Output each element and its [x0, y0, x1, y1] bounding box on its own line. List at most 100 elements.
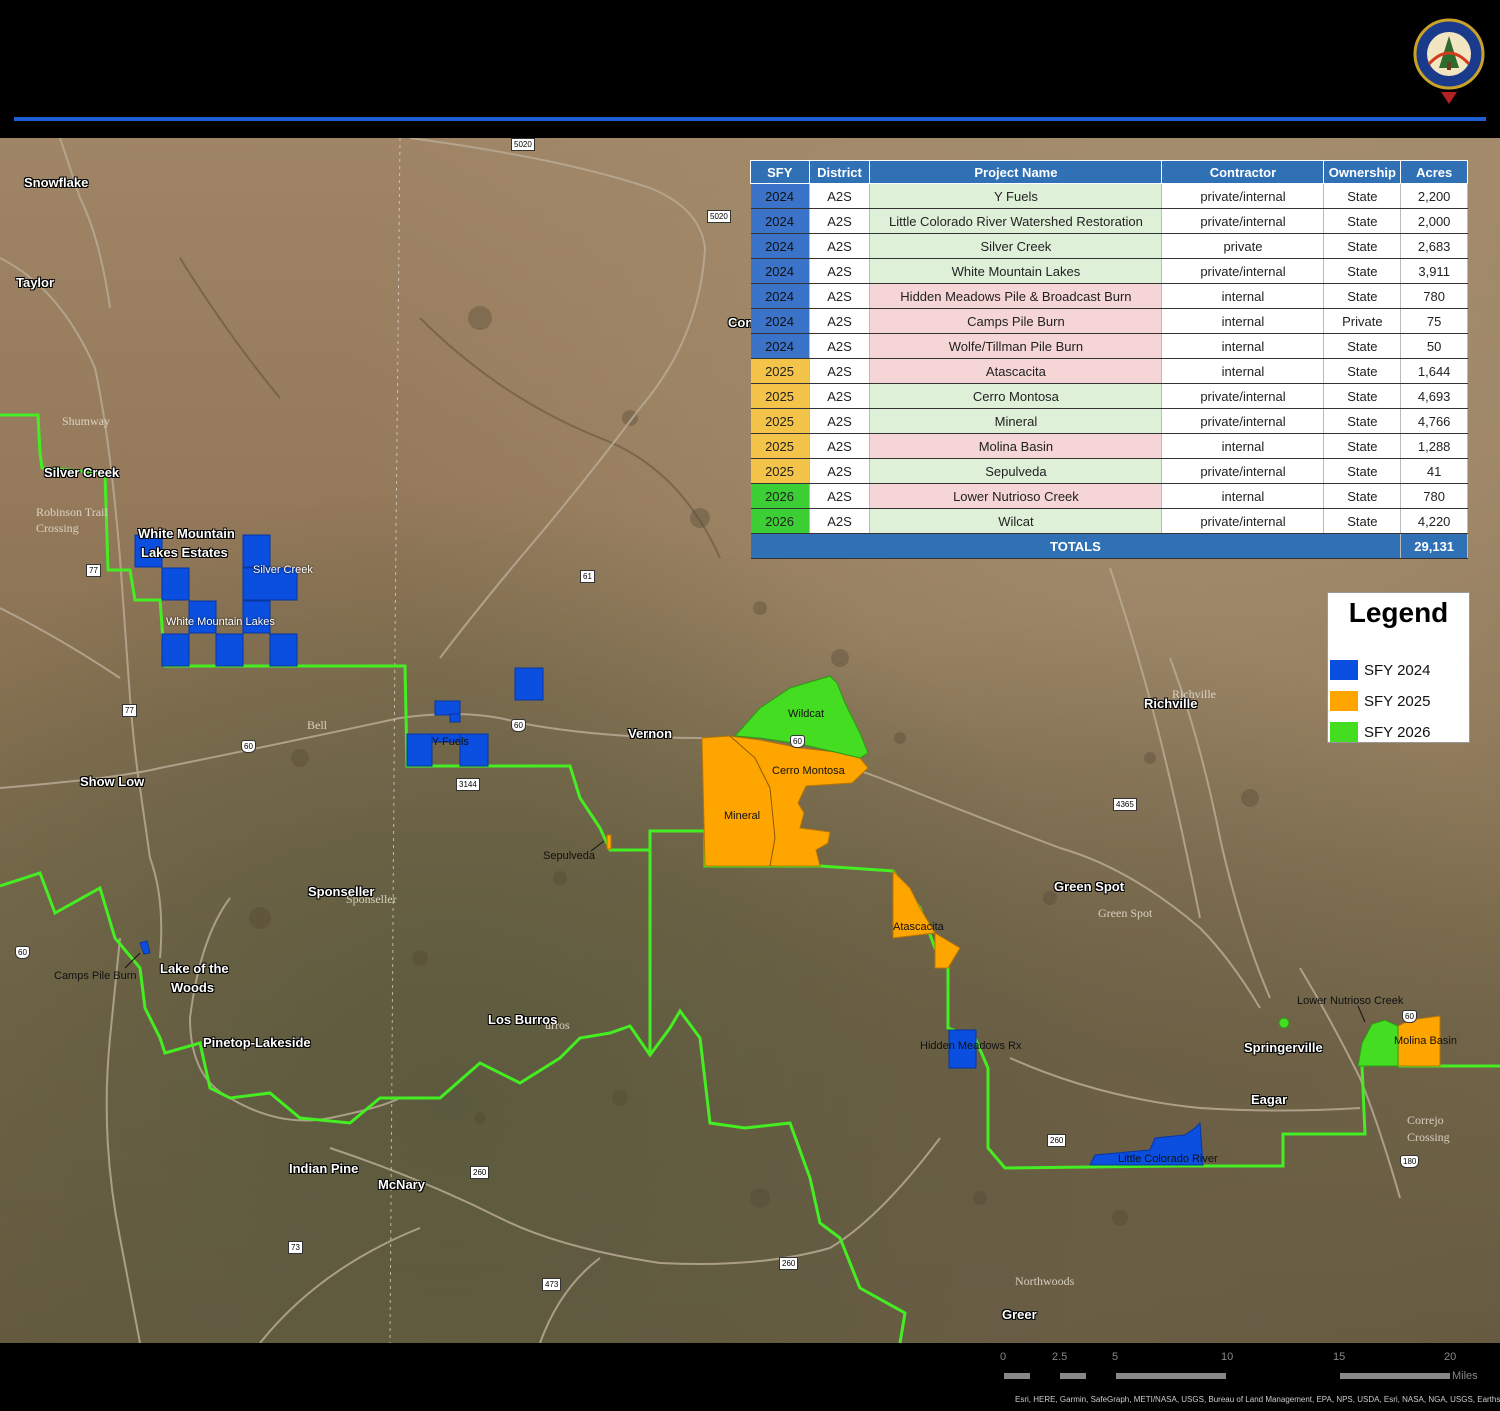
cell-sfy: 2026	[750, 508, 810, 534]
place-northwoods: Northwoods	[1015, 1274, 1075, 1288]
scale-tick: 20	[1444, 1351, 1457, 1363]
table-row: 2024 A2S Little Colorado River Watershed R…	[750, 208, 1468, 234]
cell-project-name: Cerro Montosa	[869, 383, 1163, 409]
route-shield-260: 260	[470, 1166, 490, 1179]
place-burros-faint: urros	[545, 1018, 570, 1032]
place-silver-creek: Silver Creek	[44, 465, 120, 480]
cell-project-name: Sepulveda	[869, 458, 1163, 484]
cell-acres: 4,220	[1400, 508, 1468, 534]
scale-bar-segment	[1116, 1373, 1226, 1379]
cell-project-name: Lower Nutrioso Creek	[869, 483, 1163, 509]
table-row: 2025 A2S Atascacita internal State 1,644	[750, 358, 1468, 384]
cell-project-name: Camps Pile Burn	[869, 308, 1163, 334]
table-header-row: SFY District Project Name Contractor Own…	[750, 160, 1468, 184]
map-label-molina-basin: Molina Basin	[1394, 1035, 1457, 1047]
cell-district: A2S	[809, 333, 871, 359]
route-shield-260: 260	[779, 1257, 799, 1270]
cell-district: A2S	[809, 433, 871, 459]
cell-ownership: State	[1323, 358, 1402, 384]
cell-ownership: State	[1323, 383, 1402, 409]
cell-district: A2S	[809, 208, 871, 234]
map-label-silver-creek: Silver Creek	[253, 564, 313, 576]
cell-contractor: internal	[1161, 308, 1325, 334]
table-row: 2024 A2S Silver Creek private State 2,683	[750, 233, 1468, 259]
legend-label: SFY 2024	[1364, 662, 1431, 679]
cell-district: A2S	[809, 383, 871, 409]
col-header-sfy: SFY	[750, 160, 810, 184]
cell-sfy: 2025	[750, 408, 810, 434]
legend-swatch	[1330, 691, 1358, 711]
cell-acres: 1,288	[1400, 433, 1468, 459]
cell-ownership: State	[1323, 458, 1402, 484]
sfy2025-parcels	[606, 735, 1441, 1067]
col-header-district: District	[808, 160, 871, 184]
cell-acres: 75	[1400, 308, 1468, 334]
legend-title: Legend	[1348, 597, 1449, 628]
cell-district: A2S	[809, 233, 871, 259]
scale-bar-segment	[1004, 1373, 1030, 1379]
scale-bar-segment	[1060, 1373, 1086, 1379]
route-shield-60: 60	[511, 719, 526, 732]
cell-acres: 50	[1400, 333, 1468, 359]
cell-project-name: Molina Basin	[869, 433, 1163, 459]
cell-acres: 41	[1400, 458, 1468, 484]
table-row: 2024 A2S White Mountain Lakes private/inter…	[750, 258, 1468, 284]
legend-swatch	[1330, 722, 1358, 742]
cell-district: A2S	[809, 183, 871, 209]
header-divider	[14, 117, 1486, 121]
cell-ownership: State	[1323, 333, 1402, 359]
cell-acres: 1,644	[1400, 358, 1468, 384]
totals-value: 29,131	[1400, 533, 1468, 559]
place-springerville: Springerville	[1244, 1040, 1323, 1055]
cell-sfy: 2024	[750, 208, 810, 234]
cell-acres: 2,683	[1400, 233, 1468, 259]
col-header-project-name: Project Name	[869, 160, 1163, 184]
cell-sfy: 2024	[750, 258, 810, 284]
table-row: 2025 A2S Molina Basin internal State 1,288	[750, 433, 1468, 459]
cell-ownership: Private	[1323, 308, 1402, 334]
place-bell: Bell	[307, 718, 327, 732]
cell-project-name: Silver Creek	[869, 233, 1163, 259]
table-row: 2024 A2S Y Fuels private/internal State 2,200	[750, 183, 1468, 209]
cell-district: A2S	[809, 308, 871, 334]
table-row: 2026 A2S Wilcat private/internal State 4,220	[750, 508, 1468, 534]
cell-sfy: 2026	[750, 483, 810, 509]
cell-contractor: private/internal	[1161, 458, 1325, 484]
cell-acres: 4,693	[1400, 383, 1468, 409]
route-shield-77: 77	[122, 704, 137, 717]
map-label-white-mountain-lakes: White Mountain Lakes	[166, 616, 275, 628]
cell-acres: 3,911	[1400, 258, 1468, 284]
place-indian-pine: Indian Pine	[289, 1161, 359, 1176]
route-shield-4365: 4365	[1113, 798, 1137, 811]
table-row: 2025 A2S Cerro Montosa private/internal Stat…	[750, 383, 1468, 409]
table-row: 2025 A2S Sepulveda private/internal State 41	[750, 458, 1468, 484]
place-mcnary: McNary	[378, 1177, 425, 1192]
route-shield-61: 61	[580, 570, 595, 583]
route-shield-73: 73	[288, 1241, 303, 1254]
cell-sfy: 2025	[750, 433, 810, 459]
cell-project-name: Atascacita	[869, 358, 1163, 384]
agency-seal-icon	[1413, 18, 1485, 104]
col-header-ownership: Ownership	[1323, 160, 1402, 184]
table-row: 2024 A2S Camps Pile Burn internal Private 75	[750, 308, 1468, 334]
cell-contractor: internal	[1161, 283, 1325, 309]
place-taylor: Taylor	[16, 275, 55, 290]
projects-table: SFY District Project Name Contractor Own…	[750, 160, 1468, 559]
place-green-spot: Green Spot	[1054, 879, 1125, 894]
cell-sfy: 2024	[750, 183, 810, 209]
route-shield-60: 60	[15, 946, 30, 959]
route-shield-77: 77	[86, 564, 101, 577]
cell-sfy: 2025	[750, 358, 810, 384]
table-row: 2024 A2S Hidden Meadows Pile & Broadcast B…	[750, 283, 1468, 309]
cell-sfy: 2024	[750, 233, 810, 259]
scale-unit: Miles	[1452, 1370, 1478, 1382]
cell-project-name: Little Colorado River Watershed Restorat…	[869, 208, 1163, 234]
table-row: 2025 A2S Mineral private/internal State 4,766	[750, 408, 1468, 434]
place-greer: Greer	[1002, 1307, 1037, 1322]
scale-tick: 0	[1000, 1351, 1007, 1363]
route-shield-180: 180	[1400, 1155, 1420, 1168]
cell-contractor: private/internal	[1161, 208, 1325, 234]
legend-label: SFY 2026	[1364, 724, 1431, 741]
cell-contractor: private/internal	[1161, 408, 1325, 434]
place-richville-faint: Richville	[1172, 687, 1216, 701]
